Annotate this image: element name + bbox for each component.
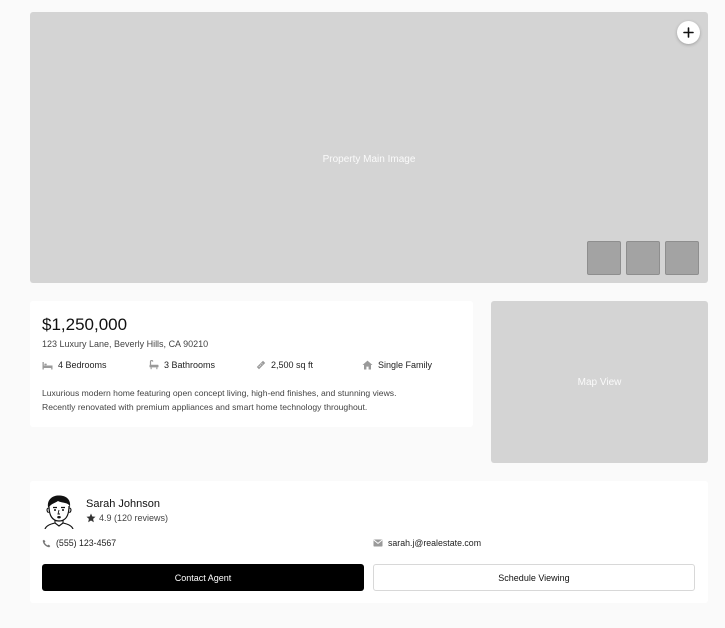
agent-phone-text: (555) 123-4567: [56, 538, 117, 548]
feature-bathrooms-label: 3 Bathrooms: [164, 360, 216, 370]
agent-card: Sarah Johnson 4.9 (120 reviews) (555) 12…: [30, 481, 708, 603]
agent-email[interactable]: sarah.j@realestate.com: [373, 538, 481, 548]
agent-email-text: sarah.j@realestate.com: [388, 538, 482, 548]
ruler-icon: [256, 360, 266, 370]
property-address: 123 Luxury Lane, Beverly Hills, CA 90210: [42, 339, 209, 349]
feature-bathrooms: 3 Bathrooms: [149, 360, 215, 370]
star-icon: [86, 513, 96, 523]
contact-agent-button[interactable]: Contact Agent: [42, 564, 364, 591]
agent-rating-text: 4.9 (120 reviews): [99, 513, 169, 523]
feature-area: 2,500 sq ft: [256, 360, 313, 370]
home-icon: [362, 360, 373, 370]
property-details-card: $1,250,000 123 Luxury Lane, Beverly Hill…: [30, 301, 473, 427]
bed-icon: [42, 361, 53, 369]
thumbnail-2[interactable]: [626, 241, 660, 275]
phone-icon: [42, 539, 51, 547]
map-view[interactable]: Map View: [491, 301, 708, 463]
agent-name: Sarah Johnson: [86, 498, 160, 510]
mail-icon: [373, 539, 383, 547]
schedule-viewing-button[interactable]: Schedule Viewing: [373, 564, 695, 591]
description-line-1: Luxurious modern home featuring open con…: [42, 388, 397, 398]
property-description: Luxurious modern home featuring open con…: [42, 386, 462, 414]
description-line-2: Recently renovated with premium applianc…: [42, 402, 368, 412]
property-main-image: Property Main Image: [30, 12, 708, 283]
thumbnail-1[interactable]: [587, 241, 621, 275]
map-view-label: Map View: [577, 377, 622, 388]
thumbnail-3[interactable]: [665, 241, 699, 275]
agent-avatar: [44, 495, 74, 529]
property-price: $1,250,000: [42, 315, 128, 334]
feature-bedrooms-label: 4 Bedrooms: [58, 360, 107, 370]
main-image-label: Property Main Image: [322, 154, 416, 165]
agent-rating: 4.9 (120 reviews): [86, 513, 168, 523]
feature-area-label: 2,500 sq ft: [271, 360, 314, 370]
bath-icon: [149, 360, 159, 370]
feature-bedrooms: 4 Bedrooms: [42, 360, 107, 370]
plus-icon: [683, 27, 694, 38]
add-favorite-button[interactable]: [677, 21, 700, 44]
agent-phone[interactable]: (555) 123-4567: [42, 538, 116, 548]
feature-type-label: Single Family: [378, 360, 433, 370]
feature-type: Single Family: [362, 360, 432, 370]
